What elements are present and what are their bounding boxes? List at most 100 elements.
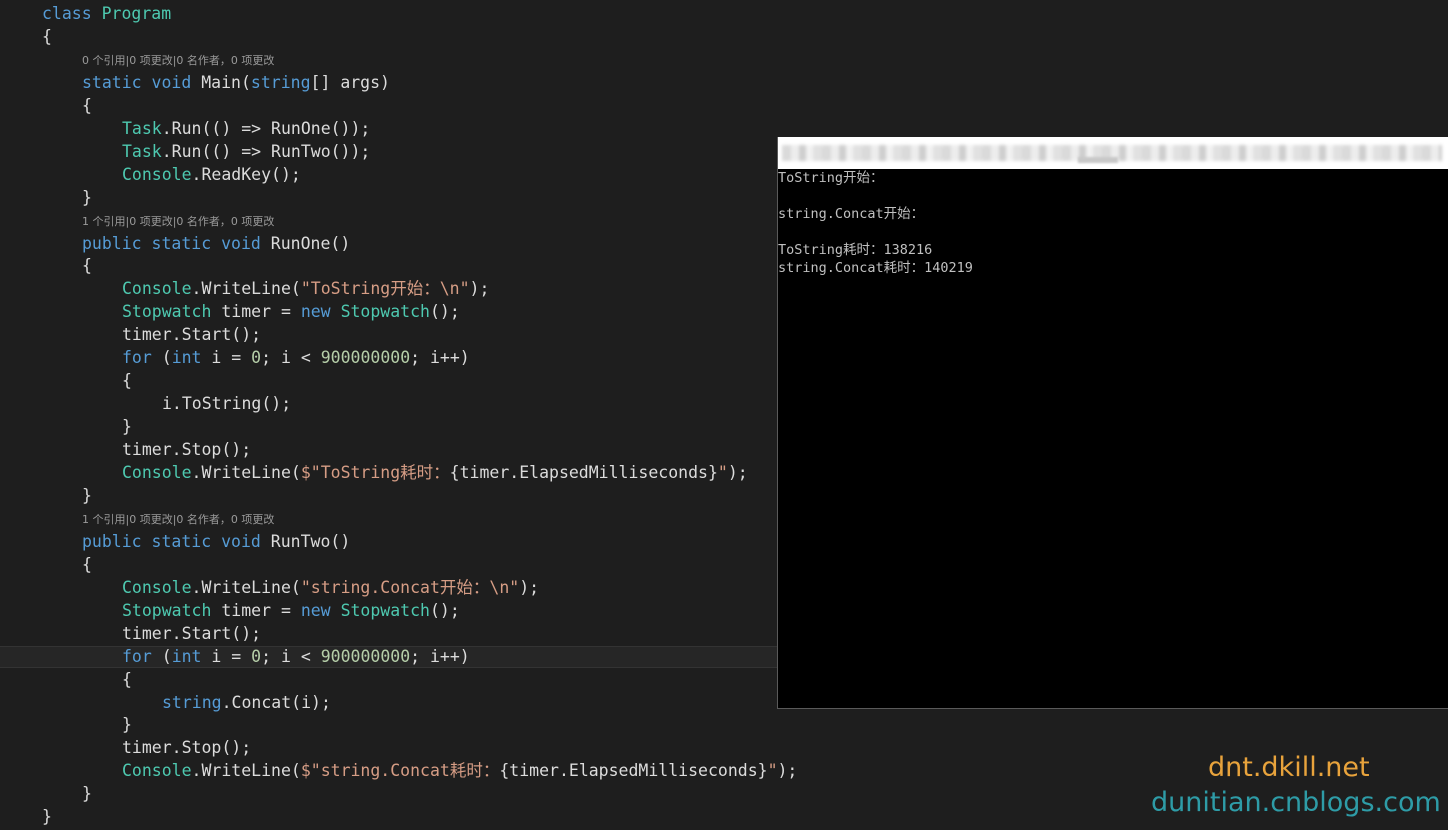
code-line[interactable]: { <box>0 95 1448 117</box>
code-token: RunTwo() <box>260 531 351 551</box>
string-token: " <box>767 761 778 781</box>
code-token: .WriteLine( <box>191 463 301 482</box>
codelens-info[interactable]: 1 个引用|0 项更改|0 名作者，0 项更改 <box>82 215 274 229</box>
code-token: ); <box>519 577 540 597</box>
keyword-token: void <box>221 531 261 551</box>
keyword-token: string <box>250 72 311 92</box>
code-token: i.ToString(); <box>162 394 292 414</box>
type-token: Task <box>122 141 162 161</box>
string-token: $"ToString耗时： <box>300 463 450 482</box>
code-line[interactable]: class Program <box>0 3 1448 25</box>
console-line: ToString开始： <box>778 170 884 186</box>
keyword-token: for <box>122 348 152 368</box>
code-token: } <box>82 187 92 207</box>
code-token: { <box>82 554 92 574</box>
code-token: ); <box>727 463 748 482</box>
code-token: ( <box>151 348 172 368</box>
code-token: ; i < <box>261 348 321 368</box>
code-token: timer = <box>211 302 301 322</box>
code-token: } <box>122 715 132 735</box>
code-line[interactable]: } <box>0 714 1448 736</box>
type-token: Stopwatch <box>122 302 212 322</box>
watermark-dkill: dnt.dkill.net <box>1208 752 1370 783</box>
keyword-token: int <box>171 646 202 666</box>
code-token: } <box>82 784 92 804</box>
console-line: ToString耗时：138216 <box>778 242 933 258</box>
keyword-token: new <box>300 600 331 620</box>
code-token: ); <box>777 761 798 781</box>
number-token: 0 <box>251 348 262 368</box>
type-token: Console <box>122 761 192 781</box>
number-token: 900000000 <box>320 348 411 368</box>
code-token: .WriteLine( <box>191 577 301 597</box>
type-token: Program <box>101 4 172 23</box>
code-token: { <box>42 26 52 46</box>
code-token: } <box>122 417 132 437</box>
code-token: { <box>82 256 92 276</box>
code-token: ( <box>151 646 172 666</box>
code-token: ; i++) <box>410 348 470 368</box>
code-token: {timer.ElapsedMilliseconds} <box>449 463 718 482</box>
code-token: } <box>42 807 52 827</box>
code-token: [] args) <box>310 72 390 92</box>
code-token: timer.Start(); <box>122 623 262 643</box>
console-window[interactable]: ToString开始： string.Concat开始： ToString耗时：13… <box>777 137 1448 709</box>
type-token: Console <box>122 279 192 299</box>
type-token: Stopwatch <box>122 600 212 620</box>
code-token: .WriteLine( <box>191 761 301 781</box>
keyword-token: void <box>151 72 192 92</box>
code-token: } <box>82 485 92 505</box>
code-token: timer.Stop(); <box>122 738 252 758</box>
keyword-token: static <box>151 233 212 253</box>
keyword-token: static <box>82 72 142 92</box>
number-token: 0 <box>251 646 262 666</box>
keyword-token: static <box>151 531 212 551</box>
string-token: "string.Concat开始：\n" <box>300 577 520 597</box>
code-token: ; i++) <box>410 646 470 666</box>
keyword-token: public <box>82 531 142 551</box>
codelens-info[interactable]: 0 个引用|0 项更改|0 名作者，0 项更改 <box>82 54 274 68</box>
number-token: 900000000 <box>320 646 411 666</box>
code-token: i = <box>201 646 252 666</box>
codelens-info[interactable]: 1 个引用|0 项更改|0 名作者，0 项更改 <box>82 513 274 527</box>
keyword-token: public <box>82 233 142 253</box>
code-token: { <box>122 669 132 689</box>
console-line: string.Concat开始： <box>778 206 925 222</box>
code-token: {timer.ElapsedMilliseconds} <box>499 761 768 781</box>
code-line[interactable]: static void Main(string[] args) <box>0 72 1448 94</box>
code-token: timer.Stop(); <box>122 440 252 460</box>
keyword-token: int <box>171 348 202 368</box>
code-token: (); <box>429 600 460 620</box>
type-token: Task <box>122 118 162 138</box>
keyword-token: void <box>221 233 261 253</box>
string-token: " <box>717 463 728 482</box>
code-token: i = <box>201 348 252 368</box>
code-line[interactable]: { <box>0 26 1448 48</box>
code-token: ; i < <box>261 646 321 666</box>
code-token: .Run(() => RunOne()); <box>161 118 371 138</box>
code-token: (); <box>429 302 460 322</box>
code-token: RunOne() <box>260 233 351 253</box>
code-token: { <box>82 95 92 115</box>
type-token: Console <box>122 463 192 482</box>
code-token: .ReadKey(); <box>191 164 301 184</box>
keyword-token: string <box>162 692 222 712</box>
code-token: timer.Start(); <box>122 325 262 345</box>
code-token: { <box>122 371 132 391</box>
string-token: $"string.Concat耗时： <box>300 761 500 781</box>
keyword-token: class <box>42 4 92 23</box>
code-token: Main( <box>191 72 251 92</box>
type-token: Console <box>122 164 192 184</box>
code-token: .Run(() => RunTwo()); <box>161 141 371 161</box>
keyword-token: for <box>122 646 152 666</box>
code-token: ); <box>469 279 490 299</box>
type-token: Console <box>122 577 192 597</box>
console-title-bar[interactable] <box>778 137 1448 169</box>
